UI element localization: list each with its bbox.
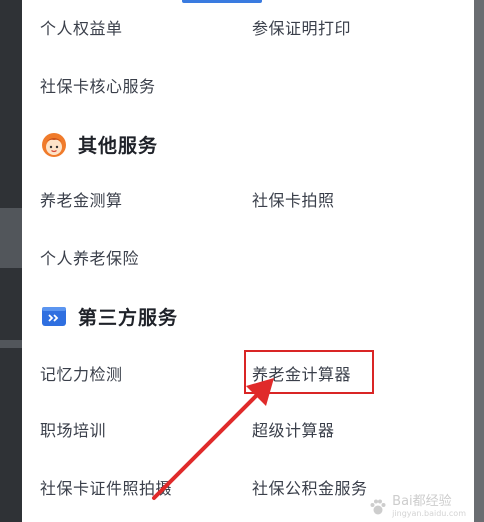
background-strip xyxy=(0,340,22,348)
services-panel: 个人权益单 参保证明打印 社保卡核心服务 其他服务 养老金测算 社保卡拍照 个人… xyxy=(22,0,474,522)
service-item-memory-test[interactable]: 记忆力检测 xyxy=(40,364,123,386)
service-item-super-calculator[interactable]: 超级计算器 xyxy=(252,420,335,442)
background-strip xyxy=(0,208,22,268)
watermark-text: Bai都经验 xyxy=(392,494,452,509)
watermark-url: jingyan.baidu.com xyxy=(392,509,466,518)
service-item-card-core[interactable]: 社保卡核心服务 xyxy=(40,76,156,98)
service-item-personal-pension[interactable]: 个人养老保险 xyxy=(40,248,139,270)
section-title: 第三方服务 xyxy=(78,306,179,329)
service-item-pension-estimate[interactable]: 养老金测算 xyxy=(40,190,123,212)
watermark: Bai都经验 jingyan.baidu.com xyxy=(368,495,466,518)
card-arrows-icon xyxy=(40,302,68,330)
section-header-other-services: 其他服务 xyxy=(40,130,158,158)
top-accent-bar xyxy=(182,0,262,3)
background-left-edge xyxy=(0,0,22,522)
highlight-box xyxy=(244,350,374,394)
service-item-job-training[interactable]: 职场培训 xyxy=(40,420,106,442)
section-title: 其他服务 xyxy=(78,134,159,157)
paw-logo-icon xyxy=(370,499,386,514)
cartoon-face-icon xyxy=(40,130,68,158)
service-item-insurance-certificate[interactable]: 参保证明打印 xyxy=(252,18,351,40)
service-item-card-photo[interactable]: 社保卡拍照 xyxy=(252,190,335,212)
service-item-id-photo[interactable]: 社保卡证件照拍摄 xyxy=(40,478,172,500)
service-item-housing-fund[interactable]: 社保公积金服务 xyxy=(252,478,368,500)
background-right-edge xyxy=(474,0,484,522)
section-header-third-party: 第三方服务 xyxy=(40,302,178,330)
service-item-personal-rights[interactable]: 个人权益单 xyxy=(40,18,123,40)
